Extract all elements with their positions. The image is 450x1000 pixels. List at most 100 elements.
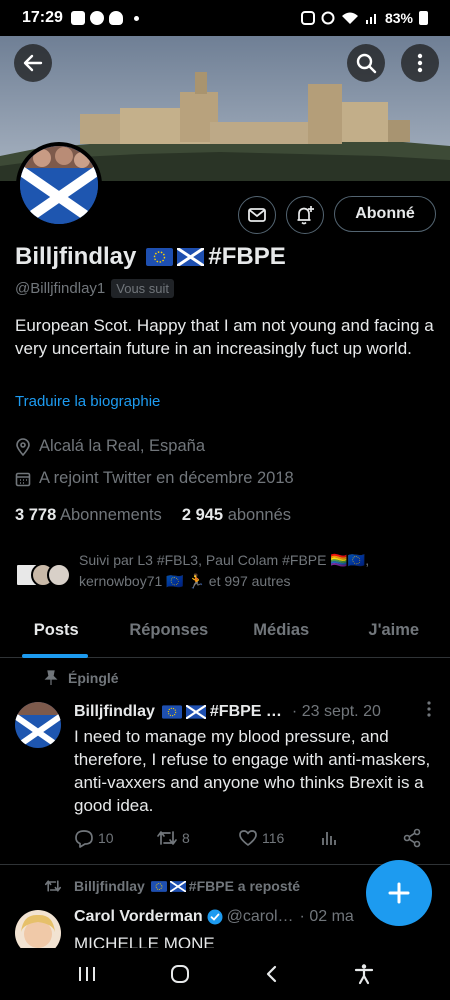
app-notification-icon	[89, 11, 104, 25]
back-icon[interactable]	[262, 964, 282, 984]
status-bar: 17:29 83%	[0, 0, 450, 36]
repost-by-suffix: #FBPE a reposté	[188, 878, 301, 894]
recents-icon[interactable]	[76, 964, 98, 984]
post-text: I need to manage my blood pressure, and …	[74, 727, 431, 815]
eu-flag-icon	[150, 880, 167, 892]
joined-text: A rejoint Twitter en décembre 2018	[39, 469, 294, 487]
wifi-icon	[341, 12, 358, 24]
followers-label: abonnés	[227, 506, 292, 524]
tab-replies[interactable]: Réponses	[113, 604, 226, 657]
like-count: 116	[262, 830, 285, 846]
plus-icon	[388, 882, 410, 904]
search-button[interactable]	[347, 44, 385, 82]
back-arrow-icon	[23, 54, 43, 72]
notifications-button[interactable]	[286, 196, 324, 234]
follows-you-badge: Vous suit	[111, 279, 175, 298]
repost-icon	[45, 880, 61, 892]
scotland-flag-icon	[185, 705, 206, 719]
following-button[interactable]: Abonné	[334, 196, 436, 232]
reply-icon	[75, 830, 93, 848]
pin-icon	[44, 670, 58, 685]
bell-plus-icon	[297, 206, 314, 225]
reply-button[interactable]: 10	[74, 828, 156, 848]
profile-handle: @Billjfindlay1	[15, 280, 106, 297]
reply-count: 10	[98, 830, 114, 846]
joined-row: A rejoint Twitter en décembre 2018	[15, 469, 294, 488]
location-text: Alcalá la Real, España	[39, 437, 206, 455]
like-icon	[239, 830, 257, 846]
reposted-author-handle: @carol…	[226, 908, 294, 925]
more-vertical-icon	[417, 53, 423, 73]
repost-count: 8	[182, 830, 190, 846]
post-author-suffix: #FBPE …	[209, 703, 282, 720]
home-icon[interactable]	[169, 963, 191, 985]
like-button[interactable]: 116	[238, 828, 320, 848]
stats-button[interactable]	[320, 829, 402, 847]
mail-icon	[248, 208, 266, 222]
location-pin-icon	[16, 437, 30, 456]
avatar	[47, 563, 71, 587]
post-actions: 10 8 116	[74, 828, 424, 848]
status-time: 17:29	[22, 9, 63, 26]
more-vertical-icon	[427, 701, 431, 717]
followed-by-avatars	[15, 558, 71, 592]
reposted-author-name[interactable]: Carol Vorderman	[74, 908, 203, 926]
post-author-avatar[interactable]	[15, 702, 61, 748]
battery-percent: 83%	[384, 10, 413, 26]
following-count: 3 778	[15, 506, 57, 524]
system-icons: 83%	[300, 10, 428, 26]
followers-link[interactable]: 2 945 abonnés	[182, 506, 291, 525]
eu-flag-icon	[146, 248, 174, 266]
location-row: Alcalá la Real, España	[15, 437, 205, 456]
tab-likes[interactable]: J'aime	[338, 604, 450, 657]
accessibility-icon[interactable]	[353, 963, 375, 985]
profile-bio: European Scot. Happy that I am not young…	[15, 316, 434, 358]
more-notifications-dot	[133, 15, 139, 21]
followed-by-text: Suivi par L3 #FBL3, Paul Colam #FBPE 🏳️‍…	[79, 552, 370, 589]
notification-icons	[70, 11, 139, 25]
tab-posts[interactable]: Posts	[0, 604, 113, 658]
tab-media[interactable]: Médias	[225, 604, 338, 657]
compose-button[interactable]	[366, 860, 432, 926]
back-button[interactable]	[14, 44, 52, 82]
post-more-button[interactable]	[426, 700, 432, 723]
reposted-date[interactable]: · 02 ma	[300, 908, 354, 926]
profile-avatar[interactable]	[16, 142, 102, 228]
avatar-image	[20, 146, 98, 224]
pinned-label: Épinglé	[68, 670, 119, 686]
post-author-name[interactable]: Billjfindlay	[74, 703, 155, 721]
cloud-icon	[108, 11, 123, 25]
avatar-image	[15, 702, 61, 748]
translate-bio-link[interactable]: Traduire la biographie	[15, 393, 160, 410]
follow-counts: 3 778 Abonnements 2 945 abonnés	[15, 506, 291, 525]
repost-by-name: Billjfindlay	[74, 878, 145, 894]
followers-count: 2 945	[181, 506, 224, 524]
pinned-indicator: Épinglé	[44, 670, 119, 686]
share-button[interactable]	[402, 828, 422, 848]
name-suffix: #FBPE	[208, 243, 286, 270]
reposted-post-header: Carol Vorderman @carol… · 02 ma	[74, 908, 354, 926]
followed-by-section[interactable]: Suivi par L3 #FBL3, Paul Colam #FBPE 🏳️‍…	[15, 550, 409, 592]
alarm-icon	[321, 11, 335, 25]
share-icon	[403, 828, 421, 848]
following-link[interactable]: 3 778 Abonnements	[15, 506, 162, 525]
handle-row: @Billjfindlay1 Vous suit	[15, 279, 175, 298]
profile-name: Billjfindlay #FBPE	[15, 243, 286, 271]
battery-icon	[419, 11, 428, 25]
scotland-flag-icon	[169, 880, 186, 892]
post-date[interactable]: · 23 sept. 20	[292, 703, 381, 721]
repost-by: Billjfindlay #FBPE a reposté	[74, 878, 300, 894]
search-icon	[356, 53, 377, 74]
more-options-button[interactable]	[401, 44, 439, 82]
message-button[interactable]	[238, 196, 276, 234]
repost-indicator: Billjfindlay #FBPE a reposté	[44, 878, 300, 894]
signal-icon	[365, 14, 376, 24]
repost-icon	[157, 831, 177, 845]
eu-flag-icon	[161, 705, 182, 719]
profile-tabs: Posts Réponses Médias J'aime	[0, 604, 450, 658]
display-name: Billjfindlay	[15, 243, 137, 270]
reposted-text: MICHELLE MONE	[74, 934, 215, 948]
repost-button[interactable]: 8	[156, 828, 238, 848]
post-header: Billjfindlay #FBPE … · 23 sept. 20	[74, 703, 381, 721]
nfc-icon	[300, 11, 315, 25]
